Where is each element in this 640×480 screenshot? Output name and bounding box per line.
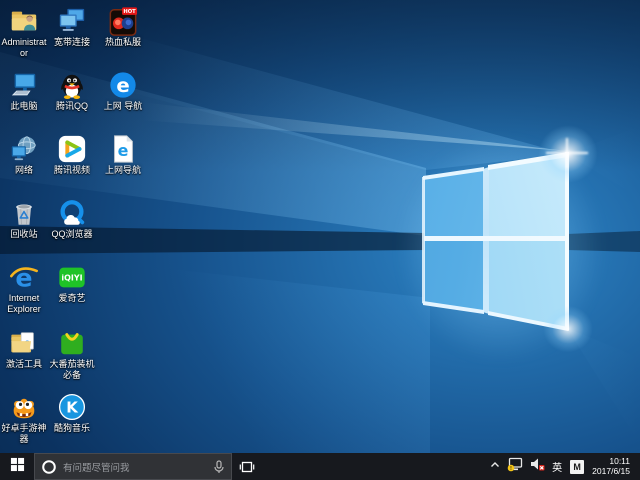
desktop-icon-label: 热血私服 [105, 37, 141, 48]
desktop-icon-internet-explorer[interactable]: e Internet Explorer [1, 262, 47, 315]
desktop-icon-label: 酷狗音乐 [54, 423, 90, 434]
network-globe-icon [9, 134, 39, 164]
cortana-search-box[interactable]: 有问题尽管问我 [34, 453, 232, 480]
computer-icon [9, 70, 39, 100]
volume-button[interactable] [526, 453, 548, 480]
desktop-icon-network[interactable]: 网络 [1, 134, 47, 176]
svg-text:e: e [118, 141, 129, 160]
start-button[interactable] [0, 453, 34, 480]
desktop-icon-tencent-qq[interactable]: 腾讯QQ [49, 70, 95, 112]
corner-sparkle [535, 298, 601, 360]
svg-text:HOT: HOT [123, 9, 136, 15]
desktop-icon-label: QQ浏览器 [51, 229, 92, 240]
cortana-icon [41, 459, 57, 475]
shopping-bag-icon [57, 328, 87, 358]
desktop-icon-label: 回收站 [10, 229, 37, 240]
desktop-icon-tencent-video[interactable]: 腾讯视频 [49, 134, 95, 176]
svg-text:K: K [66, 399, 79, 417]
clock-date: 2017/6/15 [592, 467, 630, 477]
kugou-icon: K [57, 392, 87, 422]
svg-text:iQIYI: iQIYI [61, 273, 82, 282]
corner-sparkle [527, 114, 609, 194]
iqiyi-icon: iQIYI [57, 262, 87, 292]
desktop-icon-label: 腾讯视频 [54, 165, 90, 176]
show-hidden-icons-button[interactable] [486, 453, 504, 480]
desktop-icon-label: 腾讯QQ [56, 101, 88, 112]
speaker-muted-icon [529, 457, 545, 476]
ime-language-indicator[interactable]: 英 [548, 453, 566, 480]
game-orb-icon: HOT [108, 6, 138, 36]
taskbar: 有问题尽管问我 ! 英 M 10:11 2017/6/15 [0, 453, 640, 480]
desktop-icon-label: Internet Explorer [1, 293, 47, 315]
taskbar-clock[interactable]: 10:11 2017/6/15 [588, 457, 636, 476]
desktop-icon-label: 爱奇艺 [58, 293, 85, 304]
qq-browser-icon [57, 198, 87, 228]
desktop-icon-label: 激活工具 [6, 359, 42, 370]
desktop-icon-label: Administrator [1, 37, 47, 59]
desktop-icon-web-navigation[interactable]: e 上网 导航 [97, 70, 149, 112]
windows-logo-icon [10, 457, 25, 477]
desktop-icon-administrator[interactable]: Administrator [1, 6, 47, 59]
user-folder-icon [9, 6, 39, 36]
monster-icon [9, 392, 39, 422]
desktop-icon-this-pc[interactable]: 此电脑 [1, 70, 47, 112]
search-placeholder: 有问题尽管问我 [63, 460, 209, 474]
system-tray: ! 英 M 10:11 2017/6/15 [486, 453, 640, 480]
svg-text:!: ! [510, 466, 512, 472]
dual-monitor-icon [57, 6, 87, 36]
desktop-icon-datomato[interactable]: 大番茄装机必备 [49, 328, 95, 381]
edge-document-icon: e [108, 134, 138, 164]
recycle-bin-icon [9, 198, 39, 228]
desktop-icon-haozhuo-games[interactable]: 好卓手游神器 [1, 392, 47, 445]
desktop-icon-iqiyi[interactable]: iQIYI 爱奇艺 [49, 262, 95, 304]
desktop-icon-label: 此电脑 [10, 101, 37, 112]
desktop-icon-rexue-sifu[interactable]: HOT 热血私服 [97, 6, 149, 48]
taskbar-empty-area [262, 453, 486, 480]
chevron-up-icon [489, 458, 501, 476]
lens-flare [566, 138, 568, 168]
desktop-icon-web-navigation-2[interactable]: e 上网导航 [97, 134, 149, 176]
ime-mode-icon[interactable]: M [570, 460, 584, 474]
desktop-icon-label: 好卓手游神器 [1, 423, 47, 445]
microphone-icon[interactable] [213, 460, 225, 474]
task-view-button[interactable] [232, 453, 262, 480]
desktop-icon-broadband[interactable]: 宽带连接 [49, 6, 95, 48]
play-triangle-icon [57, 134, 87, 164]
desktop-icon-activation-tool[interactable]: e 激活工具 [1, 328, 47, 370]
desktop-wallpaper [0, 0, 640, 453]
desktop-icon-label: 上网导航 [105, 165, 141, 176]
qq-penguin-icon [57, 70, 87, 100]
desktop-icon-label: 大番茄装机必备 [49, 359, 95, 381]
desktop-icon-kugou-music[interactable]: K 酷狗音乐 [49, 392, 95, 434]
network-warning-icon: ! [507, 457, 523, 477]
internet-explorer-icon: e [9, 262, 39, 292]
blue-e-circle-icon: e [108, 70, 138, 100]
desktop-icon-qq-browser[interactable]: QQ浏览器 [49, 198, 95, 240]
network-status-button[interactable]: ! [504, 453, 526, 480]
folder-document-icon: e [9, 328, 39, 358]
desktop-icon-recycle-bin[interactable]: 回收站 [1, 198, 47, 240]
svg-text:e: e [116, 74, 129, 97]
desktop-icon-label: 宽带连接 [54, 37, 90, 48]
desktop-icon-label: 上网 导航 [104, 101, 143, 112]
desktop-icon-label: 网络 [15, 165, 33, 176]
